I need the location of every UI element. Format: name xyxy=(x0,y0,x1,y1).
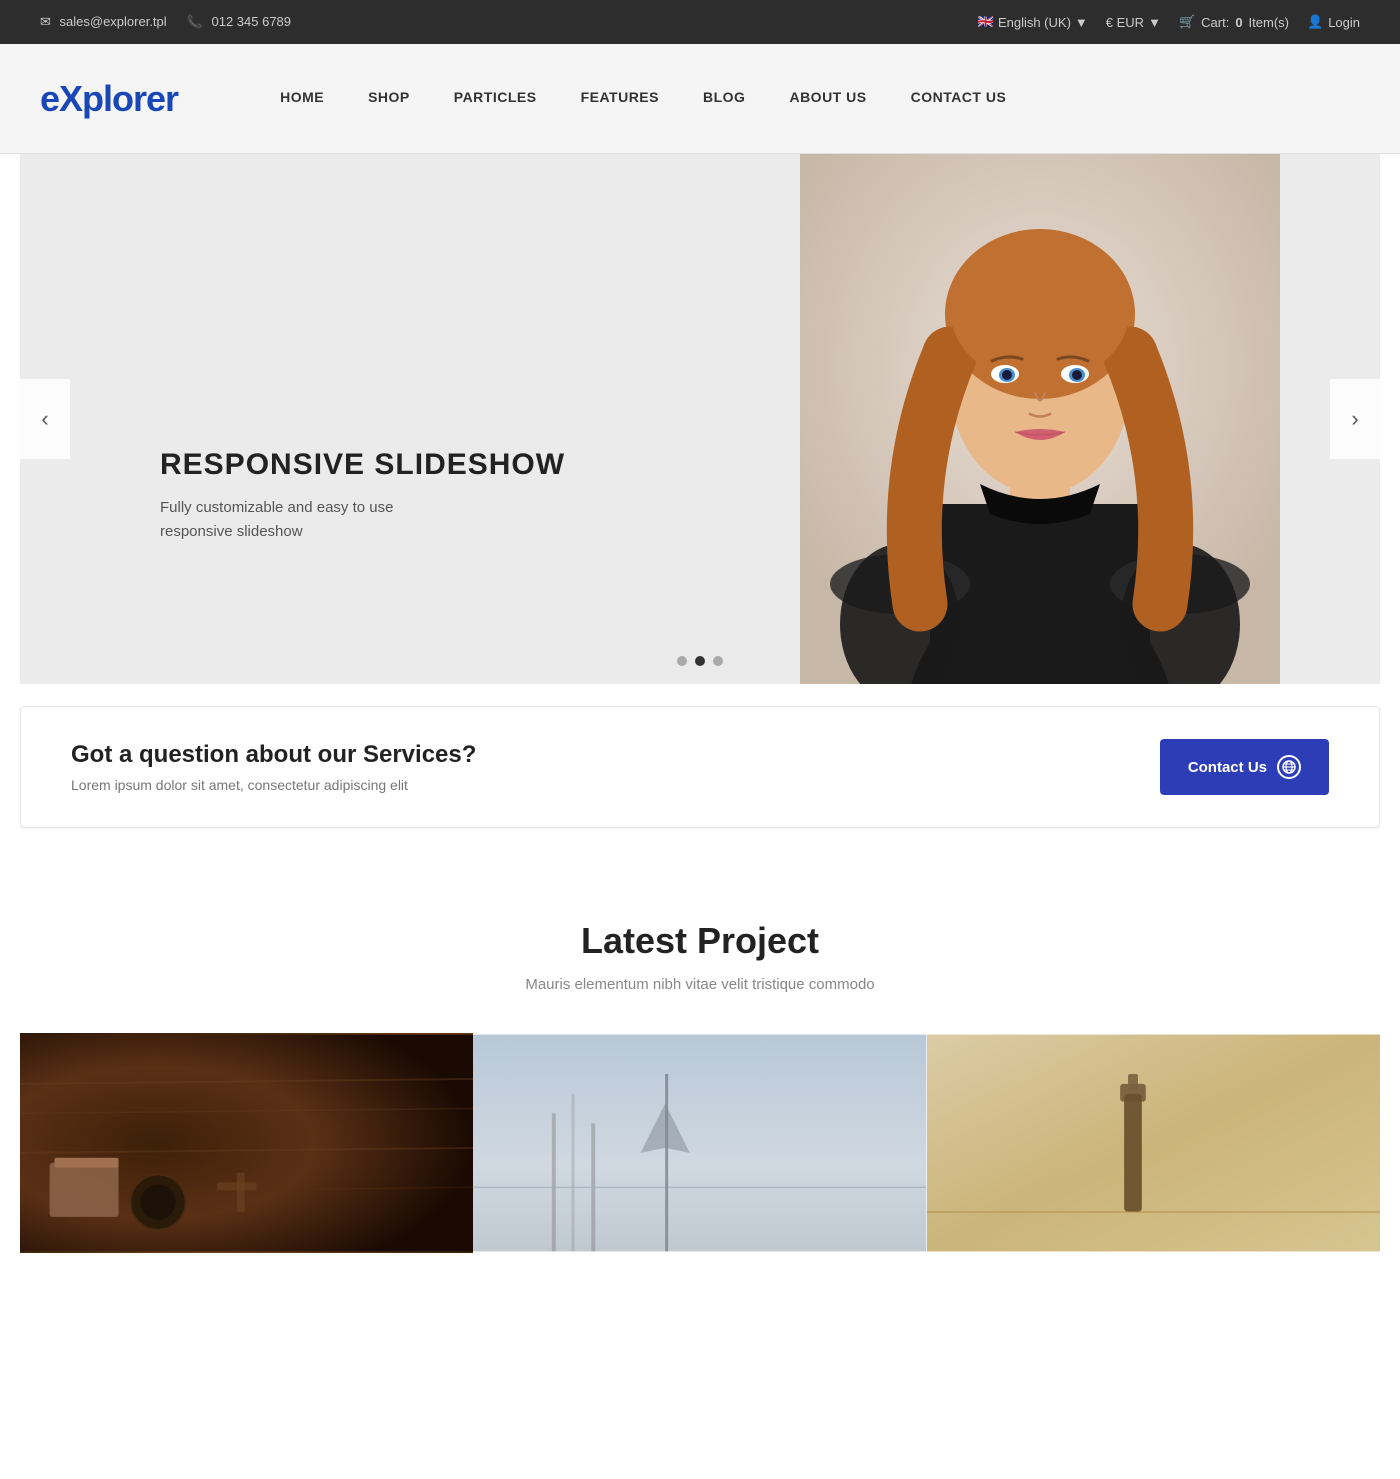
project-card-3-image xyxy=(927,1033,1380,1253)
cart-button[interactable]: 🛒 Cart: 0 Item(s) xyxy=(1179,14,1289,30)
project-grid xyxy=(20,1033,1380,1253)
nav-home[interactable]: HOME xyxy=(258,44,346,154)
hero-image xyxy=(800,154,1280,684)
language-selector[interactable]: 🇬🇧 English (UK) ▼ xyxy=(978,14,1088,30)
slide-prev-button[interactable]: ‹ xyxy=(20,379,70,459)
slide-dots xyxy=(677,656,723,666)
slide-dot-3[interactable] xyxy=(713,656,723,666)
phone-icon: 📞 xyxy=(187,14,203,29)
project-card-1-image xyxy=(20,1033,473,1253)
slideshow: RESPONSIVE SLIDESHOW Fully customizable … xyxy=(20,154,1380,684)
top-bar-left: ✉ sales@explorer.tpl 📞 012 345 6789 xyxy=(40,14,291,30)
services-banner: Got a question about our Services? Lorem… xyxy=(20,706,1380,828)
nav-shop[interactable]: SHOP xyxy=(346,44,432,154)
chevron-left-icon: ‹ xyxy=(41,406,48,432)
latest-project-heading: Latest Project xyxy=(20,920,1380,962)
flag-icon: 🇬🇧 xyxy=(978,14,994,30)
logo-e: e xyxy=(40,78,59,119)
contact-btn-icon xyxy=(1277,755,1301,779)
logo[interactable]: eXplorer xyxy=(40,78,178,120)
contact-us-button[interactable]: Contact Us xyxy=(1160,739,1329,795)
woman-svg xyxy=(800,154,1280,684)
services-heading: Got a question about our Services? xyxy=(71,741,476,769)
services-subtext: Lorem ipsum dolor sit amet, consectetur … xyxy=(71,777,476,793)
nav-features[interactable]: FEATURES xyxy=(559,44,681,154)
project-card-2-image xyxy=(473,1033,926,1253)
login-button[interactable]: 👤 Login xyxy=(1307,14,1360,30)
phone-contact[interactable]: 📞 012 345 6789 xyxy=(187,14,291,30)
cart-icon: 🛒 xyxy=(1179,14,1195,30)
project-card-3[interactable] xyxy=(927,1033,1380,1253)
slide-title: RESPONSIVE SLIDESHOW xyxy=(160,448,565,482)
currency-selector[interactable]: € EUR ▼ xyxy=(1106,15,1161,30)
chevron-down-icon: ▼ xyxy=(1148,15,1161,30)
top-bar: ✉ sales@explorer.tpl 📞 012 345 6789 🇬🇧 E… xyxy=(0,0,1400,44)
project-card-1[interactable] xyxy=(20,1033,473,1253)
chevron-down-icon: ▼ xyxy=(1075,15,1088,30)
globe-icon xyxy=(1282,760,1296,774)
services-text: Got a question about our Services? Lorem… xyxy=(71,741,476,793)
slide-dot-2[interactable] xyxy=(695,656,705,666)
nav-about[interactable]: ABOUT US xyxy=(767,44,888,154)
nav-contact[interactable]: CONTACT US xyxy=(889,44,1029,154)
project-card-2[interactable] xyxy=(473,1033,926,1253)
logo-plorer: plorer xyxy=(82,78,178,119)
slide-next-button[interactable]: › xyxy=(1330,379,1380,459)
slide-content: RESPONSIVE SLIDESHOW Fully customizable … xyxy=(160,448,565,544)
email-contact[interactable]: ✉ sales@explorer.tpl xyxy=(40,14,167,30)
chevron-right-icon: › xyxy=(1351,406,1358,432)
nav-blog[interactable]: BLOG xyxy=(681,44,767,154)
user-icon: 👤 xyxy=(1307,14,1323,30)
nav-particles[interactable]: PARTICLES xyxy=(432,44,559,154)
latest-project-section: Latest Project Mauris elementum nibh vit… xyxy=(0,850,1400,1283)
header: eXplorer HOME SHOP PARTICLES FEATURES BL… xyxy=(0,44,1400,154)
main-nav: HOME SHOP PARTICLES FEATURES BLOG ABOUT … xyxy=(258,44,1028,154)
top-bar-right: 🇬🇧 English (UK) ▼ € EUR ▼ 🛒 Cart: 0 Item… xyxy=(978,14,1360,30)
logo-x: X xyxy=(59,78,82,119)
slide-dot-1[interactable] xyxy=(677,656,687,666)
latest-project-subtext: Mauris elementum nibh vitae velit tristi… xyxy=(20,976,1380,993)
email-icon: ✉ xyxy=(40,14,51,29)
slide-description: Fully customizable and easy to use respo… xyxy=(160,496,565,544)
